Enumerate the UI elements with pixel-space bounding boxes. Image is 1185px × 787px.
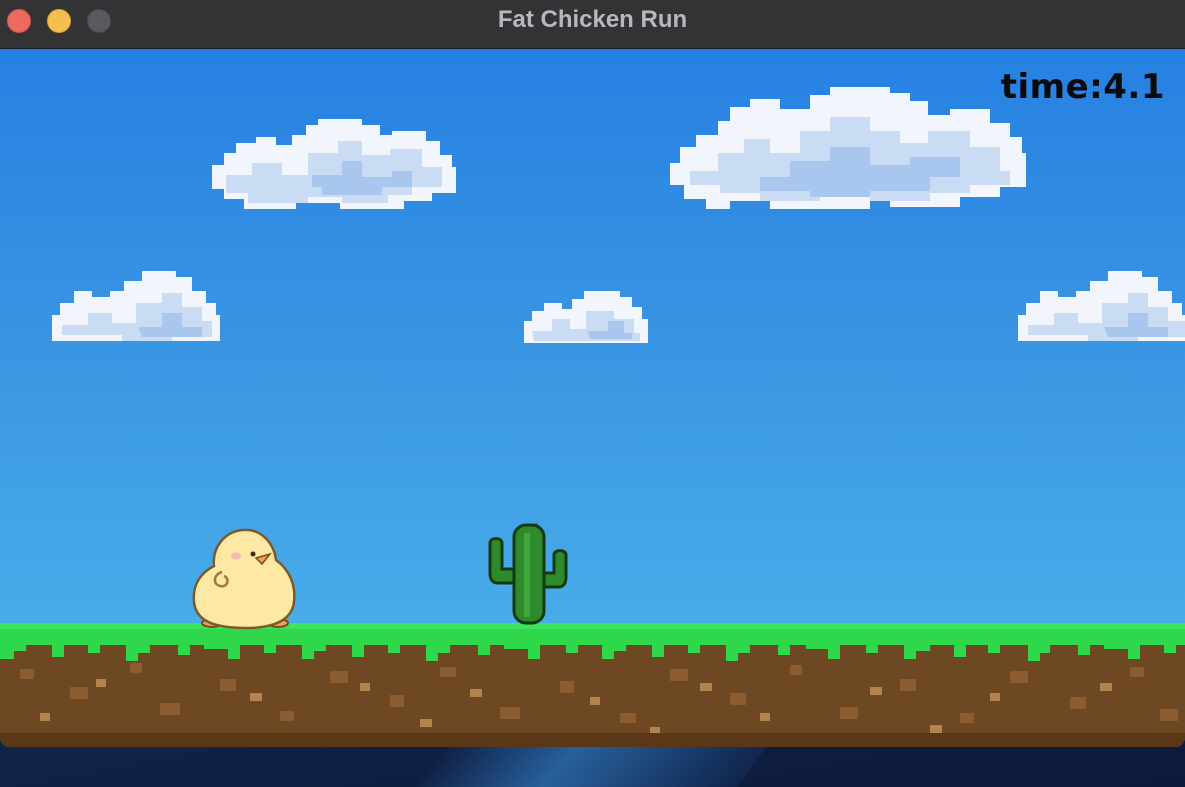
cactus-icon [488,523,568,625]
time-counter: time:4.1 [1001,67,1165,107]
time-value: 4.1 [1103,67,1165,107]
cloud-icon [52,271,220,341]
title-bar[interactable]: Fat Chicken Run [0,0,1185,49]
cloud-icon [670,87,1026,209]
chicken-icon[interactable] [190,526,300,632]
cloud-icon [524,291,648,343]
ground [0,623,1185,747]
window-title: Fat Chicken Run [497,6,688,33]
app-window: Fat Chicken Run time:4.1 [0,0,1185,747]
desktop-wallpaper [408,740,772,787]
cloud-icon [1018,271,1185,341]
game-canvas[interactable]: time:4.1 [0,49,1185,747]
time-label: time [1000,67,1090,107]
time-separator: : [1089,67,1104,107]
cloud-icon [212,119,456,209]
